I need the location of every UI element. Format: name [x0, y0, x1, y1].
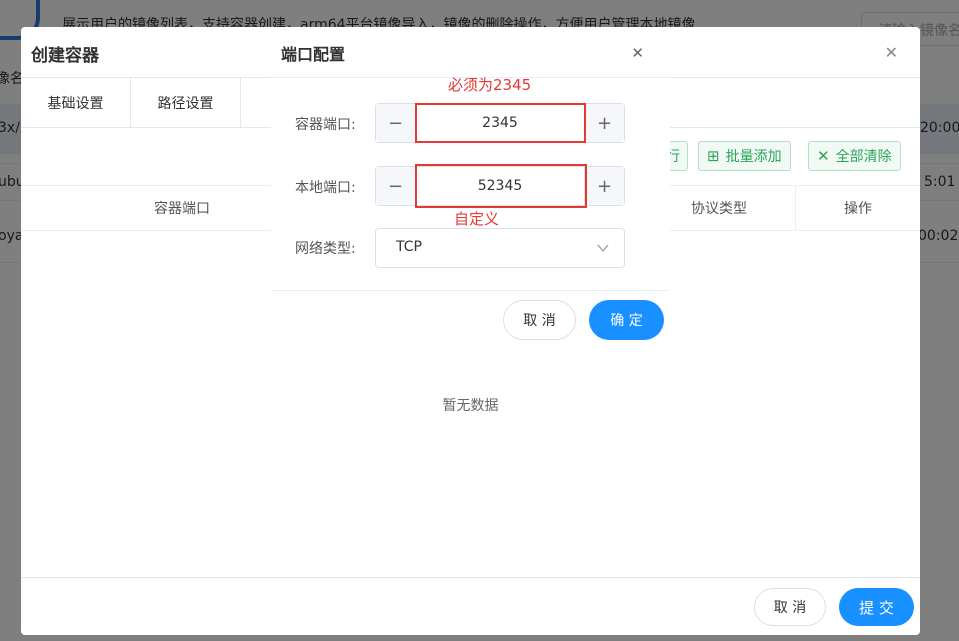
- empty-state-text: 暂无数据: [442, 398, 499, 414]
- divider: [271, 290, 670, 291]
- host-port-input[interactable]: 52345: [416, 167, 584, 205]
- decrease-button[interactable]: −: [376, 104, 416, 142]
- network-type-value: TCP: [396, 239, 422, 255]
- submit-button[interactable]: 提 交: [839, 588, 914, 626]
- tab-basic-settings[interactable]: 基础设置: [21, 78, 131, 127]
- container-port-label: 容器端口:: [295, 117, 356, 133]
- network-type-select[interactable]: TCP: [375, 228, 625, 268]
- confirm-button[interactable]: 确 定: [589, 300, 664, 340]
- batch-add-label: 批量添加: [725, 149, 782, 165]
- close-icon: ✕: [817, 147, 830, 165]
- batch-add-button[interactable]: ⊞ 批量添加: [698, 141, 791, 171]
- container-port-input[interactable]: 2345: [416, 104, 584, 142]
- host-port-stepper: − 52345 +: [375, 166, 625, 206]
- divider: [21, 577, 920, 578]
- tab-path-settings[interactable]: 路径设置: [131, 78, 241, 127]
- port-config-dialog: 端口配置 ✕ 必须为2345 容器端口: − 2345 + 本地端口: − 52…: [271, 28, 670, 347]
- dialog-title: 端口配置: [281, 45, 346, 64]
- annotation-custom: 自定义: [454, 210, 500, 228]
- increase-button[interactable]: +: [584, 167, 624, 205]
- dialog-title: 创建容器: [31, 46, 99, 66]
- clear-all-label: 全部清除: [835, 149, 892, 165]
- annotation-must-be: 必须为2345: [448, 76, 532, 94]
- close-icon[interactable]: ✕: [631, 44, 644, 62]
- cancel-button[interactable]: 取 消: [503, 300, 576, 340]
- host-port-label: 本地端口:: [295, 180, 356, 196]
- network-type-label: 网络类型:: [295, 241, 356, 257]
- plus-square-icon: ⊞: [707, 147, 720, 165]
- close-icon[interactable]: ✕: [885, 43, 898, 62]
- container-port-stepper: − 2345 +: [375, 103, 625, 143]
- increase-button[interactable]: +: [584, 104, 624, 142]
- decrease-button[interactable]: −: [376, 167, 416, 205]
- clear-all-button[interactable]: ✕ 全部清除: [808, 141, 901, 171]
- cancel-button[interactable]: 取 消: [754, 588, 826, 626]
- column-action: 操作: [844, 201, 872, 217]
- chevron-down-icon: [597, 244, 609, 253]
